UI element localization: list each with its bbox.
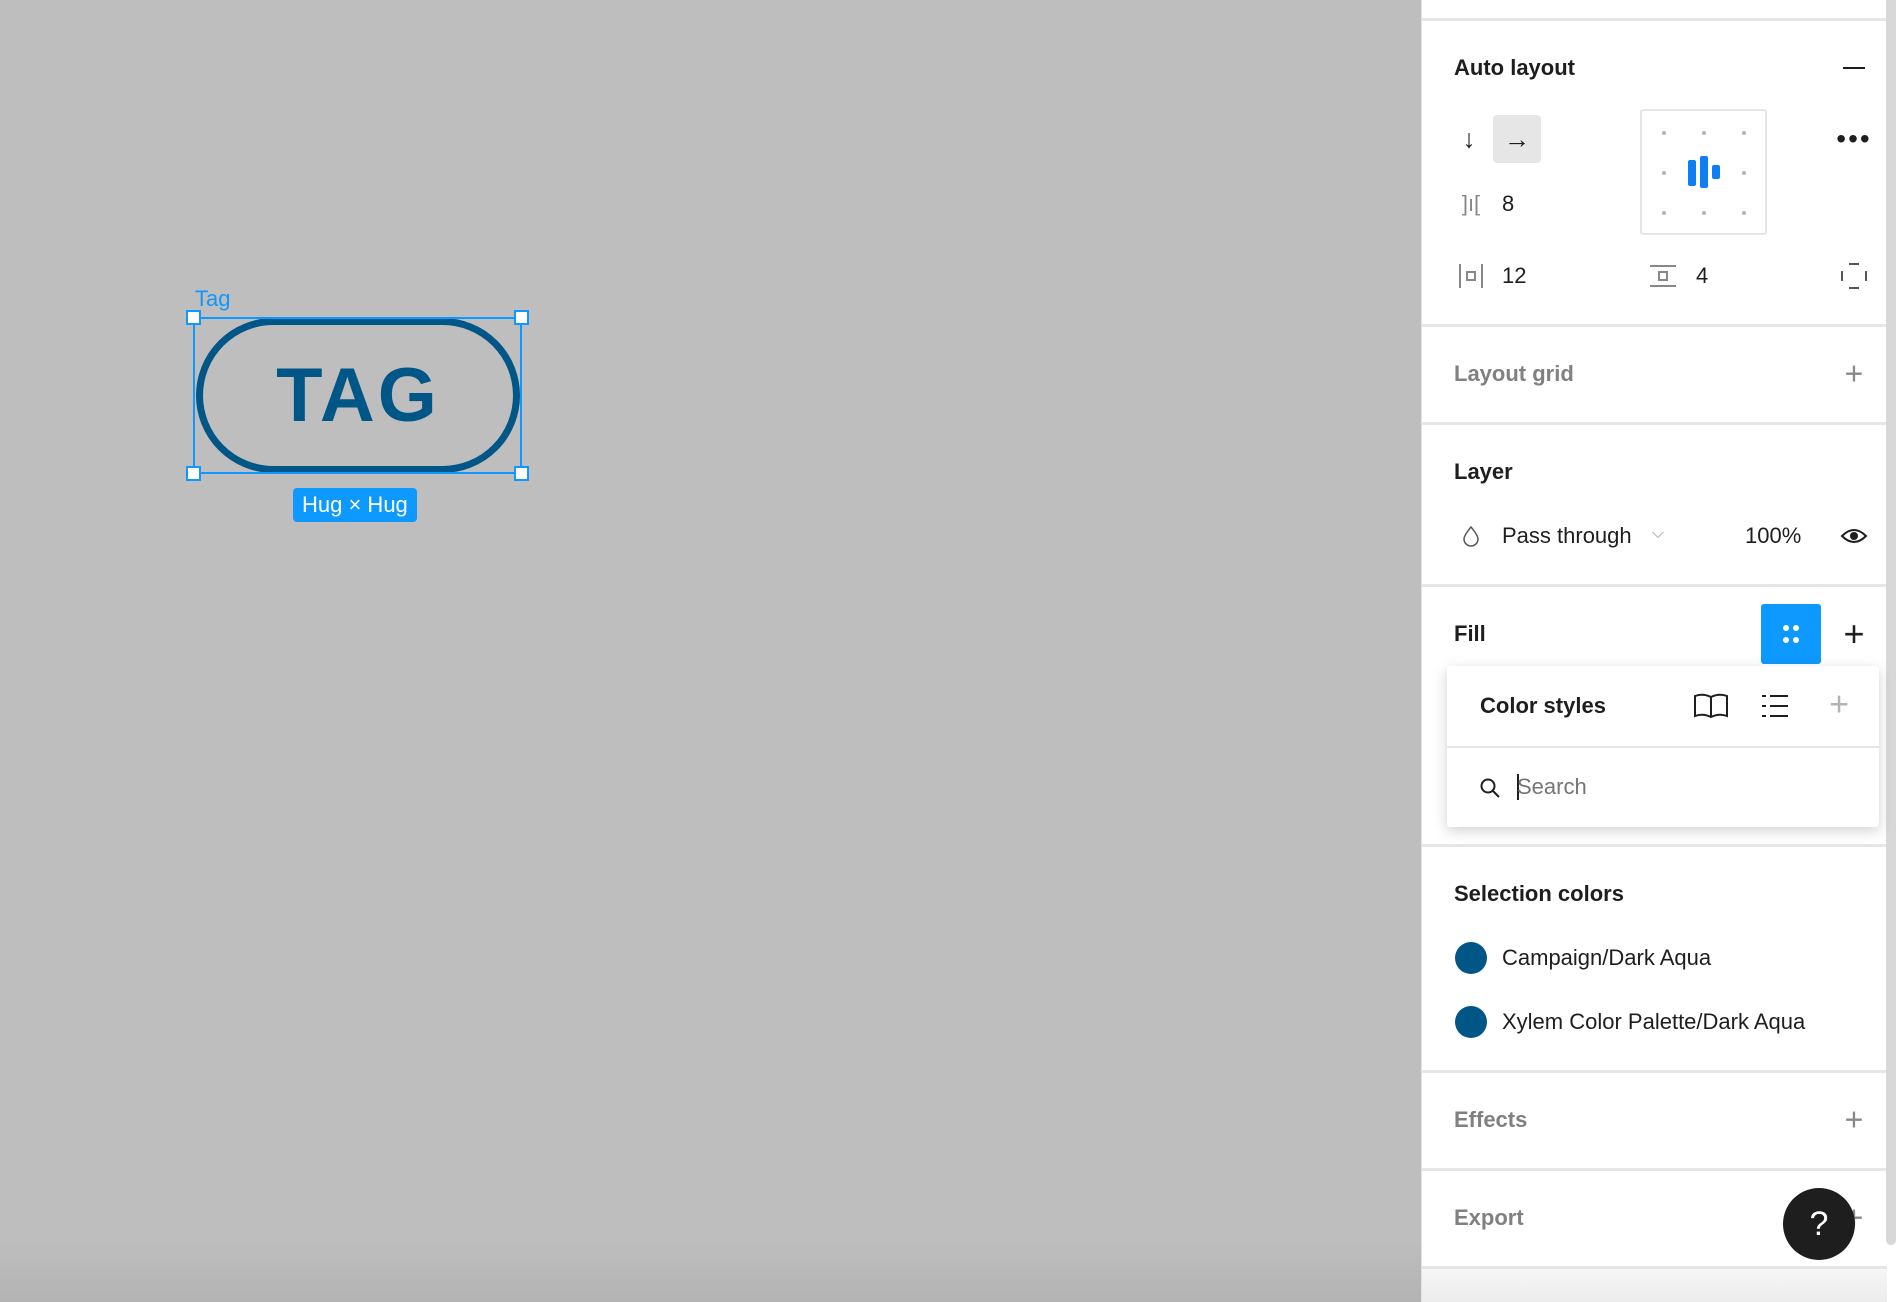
visibility-toggle[interactable] [1840, 527, 1868, 545]
remove-auto-layout-button[interactable] [1843, 67, 1865, 69]
vertical-padding-icon [1650, 264, 1676, 288]
alignment-center-icon [1662, 131, 1746, 215]
resize-handle-bottom-right[interactable] [514, 466, 529, 481]
horizontal-padding-icon [1458, 264, 1484, 288]
effects-title: Effects [1454, 1107, 1528, 1132]
search-icon [1479, 777, 1501, 799]
color-styles-popover: Color styles + [1447, 666, 1879, 827]
frame-name-label[interactable]: Tag [195, 286, 230, 312]
selection-colors-title: Selection colors [1454, 881, 1624, 906]
direction-horizontal-button[interactable]: → [1493, 115, 1541, 163]
search-input[interactable] [1517, 770, 1857, 804]
divider [1422, 844, 1887, 847]
divider [1422, 584, 1887, 587]
panel-scrollbar[interactable] [1886, 0, 1896, 1245]
panel-footer [1422, 1269, 1887, 1302]
plus-icon: + [1843, 613, 1865, 654]
size-badge: Hug × Hug [293, 488, 417, 522]
divider [1422, 422, 1887, 425]
arrow-right-icon: → [1504, 123, 1530, 154]
more-options-button[interactable]: ••• [1836, 123, 1871, 155]
layer-title: Layer [1454, 459, 1513, 484]
divider [1422, 324, 1887, 327]
divider [1422, 18, 1887, 21]
list-icon [1762, 695, 1788, 717]
divider [1422, 1070, 1887, 1073]
resize-handle-top-left[interactable] [186, 310, 201, 325]
book-icon [1694, 693, 1728, 719]
add-layout-grid-button[interactable]: + [1845, 356, 1864, 393]
export-title: Export [1454, 1205, 1524, 1230]
add-fill-button[interactable]: + [1843, 613, 1864, 655]
individual-padding-icon [1841, 263, 1867, 289]
selection-color-name[interactable]: Campaign/Dark Aqua [1502, 945, 1711, 971]
blend-mode-select[interactable]: Pass through [1502, 523, 1632, 549]
arrow-down-icon: ↓ [1462, 123, 1476, 154]
list-view-button[interactable] [1762, 694, 1788, 718]
divider [1422, 1168, 1887, 1171]
color-swatch[interactable] [1455, 1006, 1487, 1038]
selection-color-name[interactable]: Xylem Color Palette/Dark Aqua [1502, 1009, 1805, 1035]
spacing-icon: ]ı[ [1461, 191, 1481, 216]
color-styles-title: Color styles [1480, 693, 1606, 718]
chevron-down-icon[interactable]: ⌵ [1652, 525, 1664, 543]
plus-icon: + [1829, 685, 1849, 724]
spacing-input[interactable]: 8 [1502, 191, 1514, 217]
help-button[interactable]: ? [1783, 1188, 1855, 1260]
individual-padding-button[interactable] [1841, 263, 1867, 289]
ellipsis-icon: ••• [1836, 123, 1872, 154]
add-effect-button[interactable]: + [1845, 1102, 1864, 1139]
color-swatch[interactable] [1455, 942, 1487, 974]
horizontal-padding-input[interactable]: 12 [1502, 263, 1526, 289]
layout-grid-title: Layout grid [1454, 361, 1574, 386]
vertical-padding-input[interactable]: 4 [1696, 263, 1708, 289]
style-picker-button[interactable] [1761, 604, 1821, 664]
selection-box [193, 317, 522, 474]
eye-icon [1840, 529, 1868, 543]
resize-handle-top-right[interactable] [514, 310, 529, 325]
library-button[interactable] [1693, 693, 1729, 719]
blend-drop-icon [1462, 525, 1480, 547]
alignment-grid[interactable] [1640, 109, 1767, 235]
plus-icon: + [1844, 355, 1864, 392]
divider [1447, 746, 1879, 748]
canvas[interactable]: Tag TAG Hug × Hug [0, 0, 1421, 1302]
minus-icon [1843, 67, 1865, 69]
properties-panel: Auto layout ↓ → ]ı[ 8 ••• 12 4 Layout gr… [1421, 0, 1896, 1302]
fill-title: Fill [1454, 621, 1486, 646]
resize-handle-bottom-left[interactable] [186, 466, 201, 481]
plus-icon: + [1844, 1101, 1864, 1138]
auto-layout-title: Auto layout [1454, 55, 1575, 80]
create-style-button[interactable]: + [1829, 686, 1849, 725]
direction-vertical-button[interactable]: ↓ [1463, 124, 1476, 155]
opacity-input[interactable]: 100% [1745, 523, 1801, 549]
styles-dots-icon [1783, 625, 1799, 643]
